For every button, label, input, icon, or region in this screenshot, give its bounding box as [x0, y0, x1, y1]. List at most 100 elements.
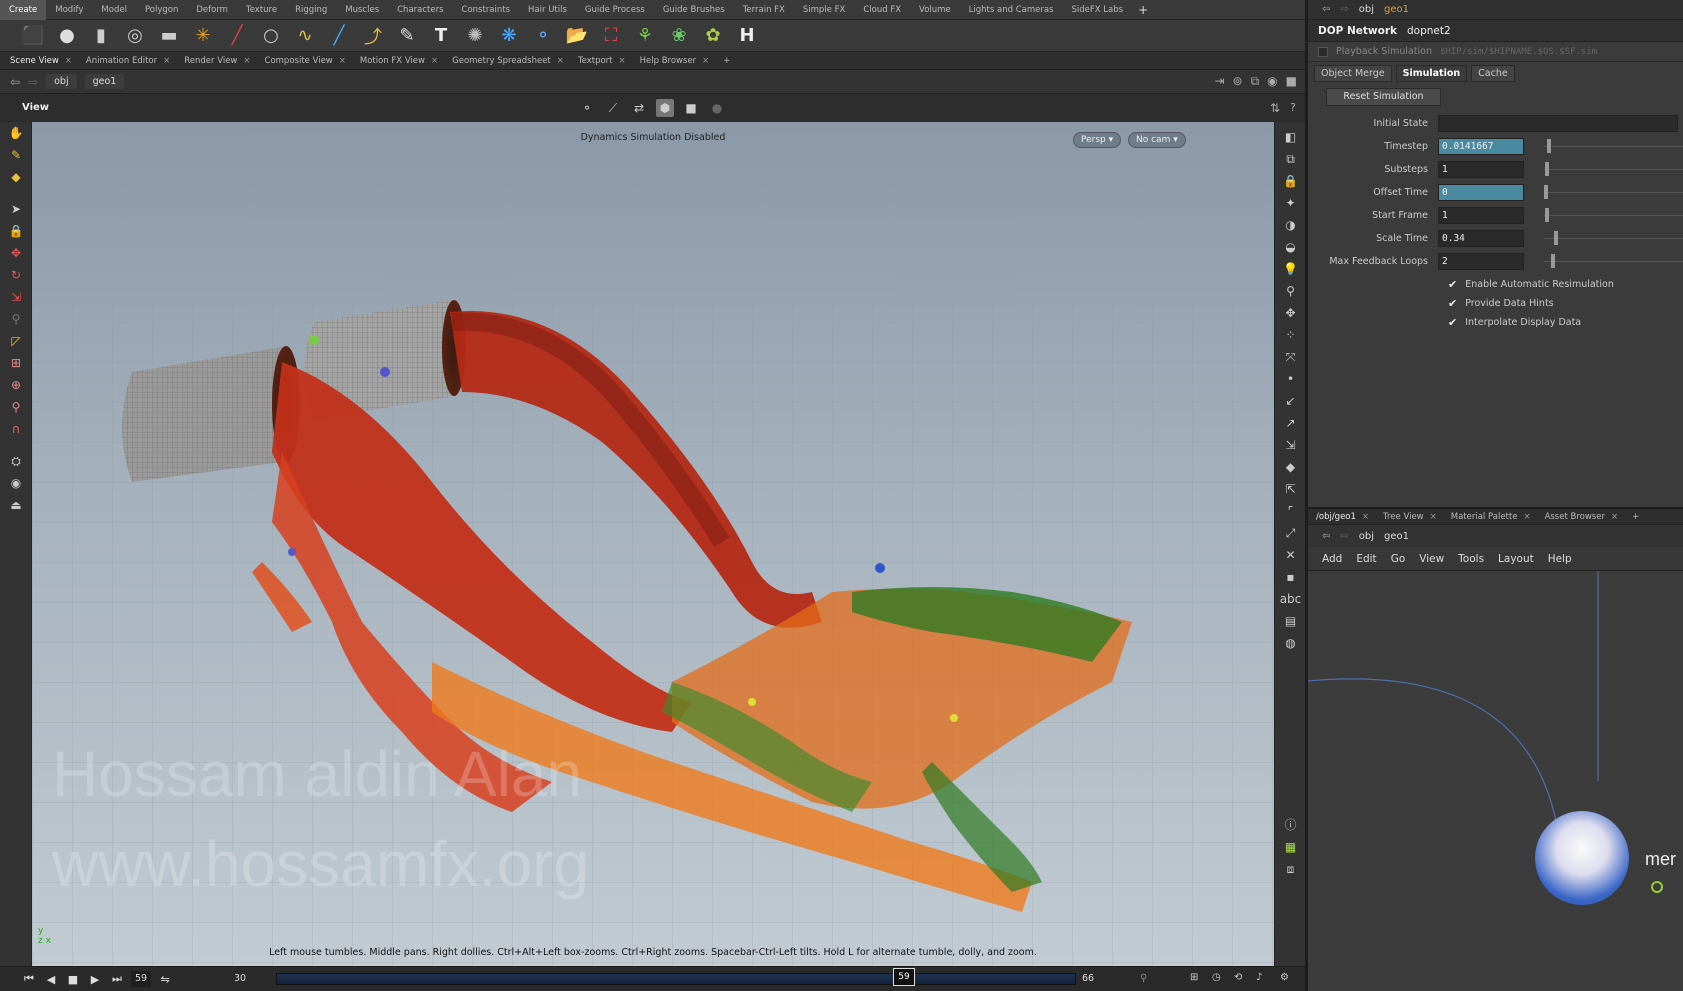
normals-icon[interactable]: ⤧: [1275, 346, 1306, 368]
network-menu-item[interactable]: Tools: [1458, 553, 1484, 565]
bulb-icon[interactable]: 💡: [1275, 258, 1306, 280]
parm-slider[interactable]: [1544, 185, 1683, 199]
settings-icon[interactable]: ⚙: [1280, 972, 1289, 983]
maximize-icon[interactable]: ■: [1286, 74, 1297, 89]
playback-checkbox[interactable]: [1318, 46, 1328, 57]
close-icon[interactable]: ×: [163, 56, 170, 66]
shelf-tab[interactable]: Rigging: [286, 0, 336, 20]
snapshot-icon[interactable]: ⧉: [1275, 148, 1306, 170]
file-icon[interactable]: 📂: [562, 23, 592, 49]
shelf-tab[interactable]: Model: [92, 0, 136, 20]
net-path-obj[interactable]: obj: [1359, 531, 1374, 542]
forward-icon[interactable]: ⇨: [1340, 4, 1348, 15]
pin-tool-icon[interactable]: ⚲: [0, 396, 32, 418]
close-icon[interactable]: ×: [1430, 512, 1437, 522]
select-box-icon[interactable]: ■: [682, 99, 700, 117]
no-cam-menu[interactable]: No cam ▾: [1128, 132, 1186, 148]
handle-tool-icon[interactable]: ✋: [0, 122, 32, 144]
text-icon[interactable]: abc: [1275, 588, 1306, 610]
parm-path-obj[interactable]: obj: [1359, 4, 1374, 15]
null-icon[interactable]: ✳: [188, 23, 218, 49]
box-icon[interactable]: ⬛: [18, 23, 48, 49]
path-geo[interactable]: geo1: [84, 74, 125, 89]
curve-icon[interactable]: ∿: [290, 23, 320, 49]
close-icon[interactable]: ×: [243, 56, 250, 66]
close-icon[interactable]: ×: [339, 56, 346, 66]
slider-knob[interactable]: [1545, 208, 1550, 222]
parm-path-geo[interactable]: geo1: [1384, 4, 1409, 15]
check-row[interactable]: ✔ Provide Data Hints: [1308, 294, 1683, 313]
move-tool-icon[interactable]: ✥: [0, 242, 32, 264]
link-icon[interactable]: ⊚: [1233, 74, 1243, 89]
check-row[interactable]: ✔ Enable Automatic Resimulation: [1308, 275, 1683, 294]
timeline-cursor[interactable]: 59: [893, 968, 915, 986]
net-path-geo[interactable]: geo1: [1384, 531, 1409, 542]
cross-icon[interactable]: ✕: [1275, 544, 1306, 566]
play-reverse-icon[interactable]: ◀: [40, 973, 62, 986]
close-icon[interactable]: ×: [1611, 512, 1618, 522]
pose-tool-icon[interactable]: ⚲: [0, 308, 32, 330]
parm-slider[interactable]: [1544, 231, 1683, 245]
forward-icon[interactable]: ⇨: [28, 75, 38, 89]
shelf-tab[interactable]: Polygon: [136, 0, 187, 20]
grid-icon[interactable]: ▬: [154, 23, 184, 49]
key-icon[interactable]: ⚲: [1140, 973, 1147, 984]
network-menu-item[interactable]: View: [1419, 553, 1444, 565]
fractal-icon[interactable]: ✿: [698, 23, 728, 49]
parm-tab[interactable]: Simulation: [1395, 64, 1468, 82]
wire-icon[interactable]: ⇱: [1275, 478, 1306, 500]
plant-icon[interactable]: ❀: [664, 23, 694, 49]
parm-slider[interactable]: [1544, 162, 1683, 176]
audio-icon[interactable]: ♪: [1256, 972, 1262, 983]
parm-value-field[interactable]: 1: [1438, 207, 1524, 224]
network-tab[interactable]: Tree View ×: [1381, 512, 1443, 522]
network-tab[interactable]: Material Palette ×: [1449, 512, 1537, 522]
back-icon[interactable]: ⇦: [10, 75, 20, 89]
view-tool-icon[interactable]: ⛭: [0, 450, 32, 472]
cache-path[interactable]: $HIP/sim/$HIPNAME.$OS.$SF.sim: [1440, 47, 1597, 57]
select-points-icon[interactable]: ⚬: [578, 99, 596, 117]
timeline-track[interactable]: 59: [276, 968, 1076, 986]
font-icon[interactable]: T: [426, 23, 456, 49]
shelf-tab[interactable]: Characters: [388, 0, 452, 20]
parm-slider[interactable]: [1544, 139, 1683, 153]
node-flag-icon[interactable]: [1651, 881, 1663, 893]
close-icon[interactable]: ×: [1362, 512, 1369, 522]
parm-value-field[interactable]: 0.34: [1438, 230, 1524, 247]
path-obj[interactable]: obj: [46, 74, 77, 89]
shelf-tab[interactable]: Modify: [46, 0, 92, 20]
shading-icon[interactable]: ◑: [1275, 214, 1306, 236]
sphere-icon[interactable]: ●: [52, 23, 82, 49]
current-frame-field[interactable]: 59: [131, 971, 152, 987]
close-icon[interactable]: ×: [431, 56, 438, 66]
network-tab[interactable]: Asset Browser ×: [1543, 512, 1625, 522]
dot-icon[interactable]: •: [1275, 368, 1306, 390]
pane-tab[interactable]: Help Browser ×: [638, 56, 716, 66]
pane-tab[interactable]: Render View ×: [182, 56, 256, 66]
shelf-tab[interactable]: Guide Brushes: [654, 0, 734, 20]
display-options-icon[interactable]: ⇅: [1270, 101, 1280, 115]
parm-value-field[interactable]: [1438, 115, 1678, 132]
path-icon[interactable]: ⤴: [358, 23, 388, 49]
slider-knob[interactable]: [1546, 139, 1551, 153]
select-edges-icon[interactable]: ⟋: [604, 99, 622, 117]
stop-icon[interactable]: ■: [62, 973, 84, 986]
shelf-tab[interactable]: Simple FX: [794, 0, 854, 20]
tree-icon[interactable]: ⚘: [630, 23, 660, 49]
network-tab[interactable]: /obj/geo1 ×: [1314, 512, 1375, 522]
prim-icon[interactable]: ⇲: [1275, 434, 1306, 456]
help-icon[interactable]: ?: [1290, 101, 1296, 114]
select-objects-icon[interactable]: ⬢: [656, 99, 674, 117]
close-icon[interactable]: ×: [557, 56, 564, 66]
network-menu-item[interactable]: Edit: [1356, 553, 1376, 565]
network-editor[interactable]: mer: [1308, 571, 1683, 991]
brush-tool-icon[interactable]: ✎: [0, 144, 32, 166]
select-disabled-icon[interactable]: ●: [708, 99, 726, 117]
houdini-icon[interactable]: H: [732, 23, 762, 49]
pin-camera-icon[interactable]: ◍: [1275, 632, 1306, 654]
pin-icon[interactable]: ⇥: [1214, 74, 1224, 89]
checkmark-icon[interactable]: ✔: [1448, 316, 1457, 329]
vector-icon[interactable]: ↙: [1275, 390, 1306, 412]
check-row[interactable]: ✔ Interpolate Display Data: [1308, 313, 1683, 332]
scene-viewport[interactable]: Dynamics Simulation Disabled Persp ▾ No …: [32, 122, 1274, 966]
